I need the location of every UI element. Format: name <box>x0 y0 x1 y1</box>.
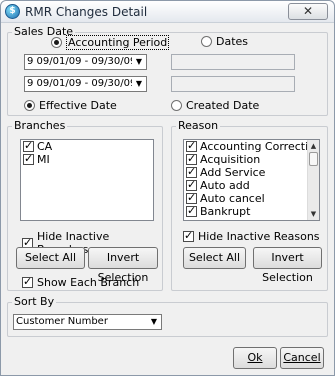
created-date-radio-indicator[interactable] <box>171 100 182 111</box>
to-period-dropdown[interactable]: 9 09/01/09 - 09/30/09 ▼ <box>24 76 147 92</box>
branches-group: Branches CA MI Hide Inactive Branches Se… <box>7 119 163 291</box>
chevron-down-icon[interactable]: ▼ <box>132 55 146 69</box>
from-date-field[interactable] <box>171 54 295 70</box>
show-each-branch-checkbox-row[interactable]: Show Each Branch <box>22 275 140 289</box>
chevron-down-icon[interactable]: ▼ <box>132 77 146 91</box>
reason-label-text: Bankrupt <box>200 205 251 218</box>
accounting-period-radio[interactable]: Accounting Period <box>51 35 170 50</box>
list-item[interactable]: Bankrupt <box>184 204 319 218</box>
reason-label-text: Acquisition <box>200 153 261 166</box>
dates-radio[interactable]: Dates <box>201 35 248 48</box>
reason-label-text: Auto cancel <box>200 192 265 205</box>
reasons-list[interactable]: Accounting Correction Acquisition Add Se… <box>183 139 320 221</box>
from-period-value: 9 09/01/09 - 09/30/09 <box>27 56 137 67</box>
created-date-radio[interactable]: Created Date <box>171 99 259 112</box>
to-period-value: 9 09/01/09 - 09/30/09 <box>27 78 137 89</box>
reasons-scrollbar[interactable]: ▲ ▼ <box>307 140 319 220</box>
branches-label: Branches <box>12 119 68 132</box>
close-button[interactable]: ✕ <box>288 3 328 20</box>
scroll-down-icon[interactable]: ▼ <box>308 209 319 219</box>
scroll-up-icon[interactable]: ▲ <box>308 141 319 151</box>
from-period-dropdown[interactable]: 9 09/01/09 - 09/30/09 ▼ <box>24 54 147 70</box>
reason-checkbox[interactable] <box>186 191 197 204</box>
ok-button[interactable]: Ok <box>233 347 277 369</box>
reason-label-text: Accounting Correction <box>200 140 320 153</box>
list-item[interactable]: Auto cancel <box>184 191 319 205</box>
accounting-period-radio-indicator[interactable] <box>51 37 62 48</box>
list-item[interactable]: Auto add <box>184 178 319 192</box>
branch-ca-label: CA <box>37 140 53 153</box>
branch-ca-checkbox[interactable] <box>23 140 34 152</box>
list-item[interactable]: MI <box>21 152 153 166</box>
dates-label: Dates <box>216 35 249 48</box>
branches-invert-selection-button[interactable]: Invert Selection <box>88 247 158 284</box>
dialog-window: $ RMR Changes Detail ✕ Sales Date Accoun… <box>0 0 335 376</box>
hide-inactive-reasons-label: Hide Inactive Reasons <box>198 230 320 243</box>
reason-checkbox[interactable] <box>186 165 197 178</box>
list-item[interactable]: Add Service <box>184 165 319 179</box>
reason-label-text: Auto add <box>200 179 250 192</box>
to-date-field[interactable] <box>171 76 295 92</box>
reason-checkbox[interactable] <box>186 178 197 191</box>
list-item[interactable]: Acquisition <box>184 152 319 166</box>
branches-select-all-button[interactable]: Select All <box>16 247 85 269</box>
branches-list[interactable]: CA MI <box>20 139 154 221</box>
sort-by-value: Customer Number <box>16 316 108 327</box>
title-bar[interactable]: $ RMR Changes Detail ✕ <box>1 1 334 23</box>
created-date-label: Created Date <box>186 99 260 112</box>
dates-radio-indicator[interactable] <box>201 36 212 47</box>
ok-button-label: Ok <box>247 351 263 364</box>
reason-group: Reason Accounting Correction Acquisition… <box>171 119 328 291</box>
hide-inactive-reasons-checkbox[interactable] <box>183 229 194 242</box>
sort-by-label: Sort By <box>12 295 57 308</box>
reason-checkbox[interactable] <box>186 204 197 217</box>
reason-checkbox[interactable] <box>186 140 197 152</box>
show-each-branch-checkbox[interactable] <box>22 275 33 288</box>
cancel-button-label: Cancel <box>283 351 321 364</box>
show-each-branch-label: Show Each Branch <box>37 276 140 289</box>
branch-mi-checkbox[interactable] <box>23 152 34 165</box>
reasons-invert-selection-button[interactable]: Invert Selection <box>253 247 322 284</box>
scroll-thumb[interactable] <box>309 152 318 166</box>
sort-by-dropdown[interactable]: Customer Number ▼ <box>13 314 162 330</box>
reason-checkbox[interactable] <box>186 152 197 165</box>
effective-date-label: Effective Date <box>39 99 117 112</box>
effective-date-radio-indicator[interactable] <box>24 100 35 111</box>
sort-by-group: Sort By Customer Number ▼ <box>7 295 328 337</box>
hide-inactive-reasons-checkbox-row[interactable]: Hide Inactive Reasons <box>183 229 320 243</box>
list-item[interactable]: Accounting Correction <box>184 140 319 153</box>
list-item[interactable]: CA <box>21 140 153 153</box>
reason-label: Reason <box>176 119 221 132</box>
reasons-select-all-button[interactable]: Select All <box>183 247 246 269</box>
window-title: RMR Changes Detail <box>25 5 148 19</box>
accounting-period-label: Accounting Period <box>66 35 170 50</box>
chevron-down-icon[interactable]: ▼ <box>147 315 161 329</box>
sales-date-group: Sales Date Accounting Period Dates 9 09/… <box>7 25 328 116</box>
branch-mi-label: MI <box>37 153 50 166</box>
app-icon: $ <box>5 4 20 19</box>
cancel-button[interactable]: Cancel <box>280 347 324 369</box>
reason-label-text: Add Service <box>200 166 266 179</box>
effective-date-radio[interactable]: Effective Date <box>24 99 117 112</box>
